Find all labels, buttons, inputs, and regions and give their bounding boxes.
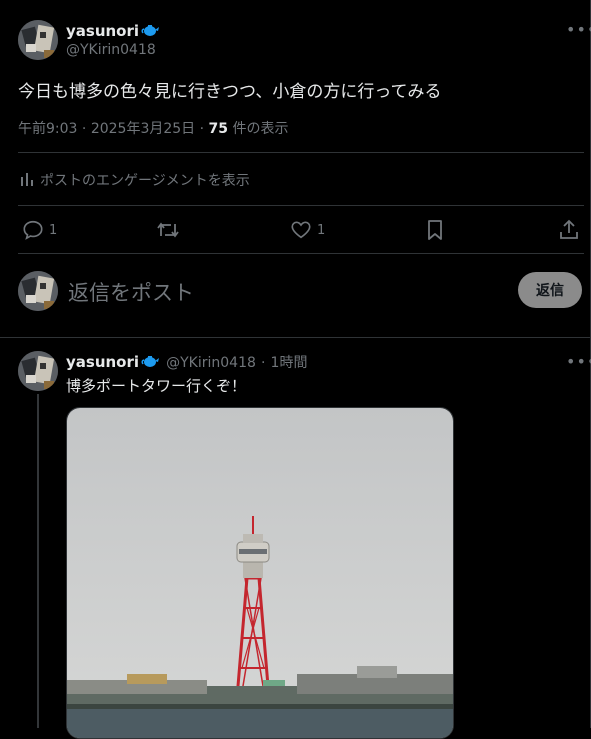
tweet-meta: 午前9:03 · 2025年3月25日 · 75 件の表示 [18,121,289,137]
reply-author-handle[interactable]: @YKirin0418 [166,355,256,371]
more-icon[interactable]: ••• [566,20,591,39]
timeline-column: yasunori @YKirin0418 ••• 今日も博多の色々見に行きつつ、… [0,0,591,739]
retweet-icon [156,219,180,241]
divider [0,337,591,338]
engagement-label: ポストのエンゲージメントを表示 [40,173,250,189]
port-tower-photo [67,408,453,738]
reply-icon [22,219,44,241]
reply-tweet-text: 博多ポートタワー行くぞ！ [66,377,247,395]
verified-teapot-icon [141,353,160,372]
tweet-time[interactable]: 午前9:03 [18,121,77,137]
like-button[interactable]: 1 [290,219,325,241]
views-count: 75 [208,121,229,137]
author-avatar[interactable] [18,20,58,60]
share-button[interactable] [558,219,580,245]
bookmark-button[interactable] [425,219,445,245]
divider [18,152,584,153]
retweet-button[interactable] [156,219,180,245]
reply-time[interactable]: 1時間 [271,355,308,371]
my-avatar[interactable] [18,271,58,311]
like-icon [290,219,312,241]
reply-button[interactable]: 1 [22,219,57,241]
reply-submit-button[interactable]: 返信 [518,272,582,308]
reply-input[interactable]: 返信をポスト [68,277,194,307]
views-label: 件の表示 [232,121,289,137]
tweet-photo[interactable] [66,407,454,739]
tweet-text: 今日も博多の色々見に行きつつ、小倉の方に行ってみる [18,82,442,102]
view-engagement-link[interactable]: ポストのエンゲージメントを表示 [18,170,250,190]
reply-count: 1 [49,222,58,238]
more-icon[interactable]: ••• [566,352,591,371]
verified-teapot-icon [141,22,160,41]
author-name[interactable]: yasunori [66,22,139,40]
thread-line [37,394,39,728]
reply-author-avatar[interactable] [18,351,58,391]
reply-author-name[interactable]: yasunori [66,353,139,371]
author-handle[interactable]: @YKirin0418 [66,42,156,58]
tweet-date[interactable]: 2025年3月25日 [91,121,195,137]
like-count: 1 [317,222,326,238]
bookmark-icon [425,219,445,241]
analytics-icon [18,171,36,189]
divider [18,205,584,206]
divider [18,253,584,254]
share-icon [558,219,580,241]
